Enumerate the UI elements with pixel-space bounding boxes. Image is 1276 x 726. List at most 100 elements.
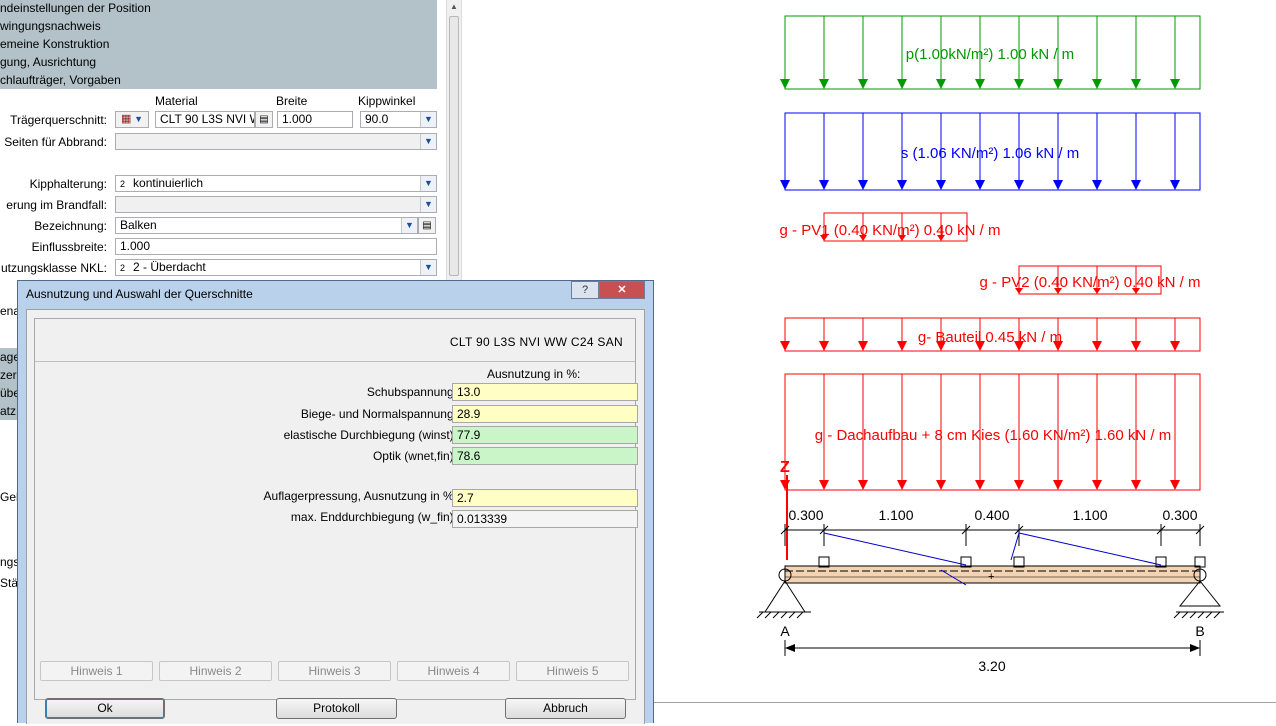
nav-item-durchlauftraeger-vorgaben[interactable]: chlaufträger, Vorgaben xyxy=(0,72,121,90)
cross-section-picker[interactable]: ▦ ▼ xyxy=(115,111,149,128)
header-material: Material xyxy=(155,94,198,108)
auflagerpressung-label: Auflagerpressung, Ausnutzung in %: xyxy=(263,489,457,503)
traegerquerschnitt-label: Trägerquerschnitt: xyxy=(10,113,107,127)
nav-item-grundeinstellungen[interactable]: ndeinstellungen der Position xyxy=(0,0,151,18)
group-divider xyxy=(35,361,635,362)
cut-text-5: atz xyxy=(0,404,17,418)
utilization-dialog: Ausnutzung und Auswahl der Querschnitte … xyxy=(17,280,654,724)
breite-value: 1.000 xyxy=(282,112,313,126)
material-value: CLT 90 L3S NVI W xyxy=(160,112,255,126)
abbruch-button[interactable]: Abbruch xyxy=(505,698,626,719)
protokoll-button[interactable]: Protokoll xyxy=(276,698,397,719)
segment-label-4: 1.100 xyxy=(1072,507,1107,523)
load-dachaufbau-label: g - Dachaufbau + 8 cm Kies (1.60 KN/m²) … xyxy=(815,427,1171,444)
scroll-up-icon[interactable]: ▲ xyxy=(449,2,459,14)
close-button[interactable]: ✕ xyxy=(599,281,645,299)
load-pv1-block: g - PV1 (0.40 KN/m²) 0.40 kN / m xyxy=(780,212,1001,242)
support-a-label: A xyxy=(780,623,790,639)
enddurchbiegung-label: max. Enddurchbiegung (w_fin): xyxy=(290,510,457,524)
biegespannung-value: 28.9 xyxy=(452,405,638,423)
nkl-label: utzungsklasse NKL: xyxy=(0,261,107,275)
dropdown-arrow-icon[interactable]: ▼ xyxy=(420,134,436,149)
grid-icon: ▦ xyxy=(120,113,132,125)
utilization-header: Ausnutzung in %: xyxy=(487,367,581,381)
segment-dimension xyxy=(780,524,1205,546)
z-axis-label: Z xyxy=(780,459,790,476)
library-icon: ▤ xyxy=(422,220,432,231)
kippwinkel-value: 90.0 xyxy=(365,112,389,126)
einflussbreite-label: Einflussbreite: xyxy=(31,240,107,254)
bezeichnung-select[interactable]: Balken ▼ xyxy=(115,217,418,234)
brandfall-label: erung im Brandfall: xyxy=(6,198,107,212)
kippwinkel-select[interactable]: 90.0 ▼ xyxy=(360,111,437,128)
load-dachaufbau-block: g - Dachaufbau + 8 cm Kies (1.60 KN/m²) … xyxy=(780,373,1201,491)
nkl-select[interactable]: 2 2 - Überdacht ▼ xyxy=(115,259,437,276)
library-icon: ▤ xyxy=(259,114,269,125)
dropdown-arrow-icon: ▼ xyxy=(134,114,144,124)
hint-button-5[interactable]: Hinweis 5 xyxy=(516,661,629,681)
hint-button-3[interactable]: Hinweis 3 xyxy=(278,661,391,681)
scrollbar-thumb[interactable] xyxy=(449,16,459,276)
load-s-block: s (1.06 KN/m²) 1.06 kN / m xyxy=(780,112,1201,191)
load-pv2-label: g - PV2 (0.40 KN/m²) 0.40 kN / m xyxy=(980,274,1201,291)
durchbiegung-label: elastische Durchbiegung (winst): xyxy=(283,428,457,442)
help-button[interactable]: ? xyxy=(571,281,599,299)
beam-center-mark: + xyxy=(988,571,994,583)
load-s-label: s (1.06 KN/m²) 1.06 kN / m xyxy=(901,145,1079,162)
kipphalterung-value: kontinuierlich xyxy=(133,176,204,190)
seiten-abbrand-label: Seiten für Abbrand: xyxy=(4,135,107,149)
segment-label-5: 0.300 xyxy=(1162,507,1197,523)
load-bauteil-block: g- Bauteil 0.45 kN / m xyxy=(780,317,1201,352)
ok-button[interactable]: Ok xyxy=(45,698,165,719)
close-icon: ✕ xyxy=(617,284,627,296)
vertical-scrollbar[interactable]: ▲ xyxy=(446,0,462,290)
auflagerpressung-value: 2.7 xyxy=(452,489,638,507)
load-pv1-label: g - PV1 (0.40 KN/m²) 0.40 kN / m xyxy=(780,222,1001,239)
seiten-abbrand-select[interactable]: ▼ xyxy=(115,133,437,150)
einflussbreite-input[interactable]: 1.000 xyxy=(115,238,437,255)
beam[interactable]: + xyxy=(784,532,1206,586)
einflussbreite-value: 1.000 xyxy=(120,239,151,253)
kipphalterung-num: 2 xyxy=(120,179,126,189)
load-p-block: p(1.00kN/m²) 1.00 kN / m xyxy=(780,15,1201,90)
dropdown-arrow-icon[interactable]: ▼ xyxy=(401,218,417,233)
bezeichnung-label: Bezeichnung: xyxy=(34,219,107,233)
enddurchbiegung-value: 0.013339 xyxy=(452,510,638,528)
segment-label-3: 0.400 xyxy=(974,507,1009,523)
dropdown-arrow-icon[interactable]: ▼ xyxy=(420,260,436,275)
bezeichnung-library-button[interactable]: ▤ xyxy=(418,217,436,234)
load-bauteil-label: g- Bauteil 0.45 kN / m xyxy=(918,329,1062,346)
hint-button-4[interactable]: Hinweis 4 xyxy=(397,661,510,681)
cross-section-name: CLT 90 L3S NVI WW C24 SAN xyxy=(449,335,623,349)
biegespannung-label: Biege- und Normalspannung: xyxy=(300,407,457,421)
kipphalterung-select[interactable]: 2 kontinuierlich ▼ xyxy=(115,175,437,192)
segment-label-1: 0.300 xyxy=(788,507,823,523)
brandfall-select[interactable]: ▼ xyxy=(115,196,437,213)
schubspannung-value: 13.0 xyxy=(452,383,638,401)
load-pv2-block: g - PV2 (0.40 KN/m²) 0.40 kN / m xyxy=(980,265,1201,295)
hint-button-1[interactable]: Hinweis 1 xyxy=(40,661,153,681)
segment-label-2: 1.100 xyxy=(878,507,913,523)
load-p-label: p(1.00kN/m²) 1.00 kN / m xyxy=(906,46,1074,63)
total-length-label: 3.20 xyxy=(978,658,1005,674)
schubspannung-label: Schubspannung: xyxy=(366,385,457,399)
navigation-list: ndeinstellungen der Position wingungsnac… xyxy=(0,0,437,89)
dropdown-arrow-icon[interactable]: ▼ xyxy=(420,112,436,127)
dropdown-arrow-icon[interactable]: ▼ xyxy=(420,197,436,212)
optik-label: Optik (wnet,fin): xyxy=(372,449,457,463)
header-breite: Breite xyxy=(276,94,308,108)
nkl-value: 2 - Überdacht xyxy=(133,260,206,274)
optik-value: 78.6 xyxy=(452,447,638,465)
help-icon: ? xyxy=(581,284,589,296)
material-field[interactable]: CLT 90 L3S NVI W xyxy=(155,111,255,128)
support-b-label: B xyxy=(1195,623,1204,639)
nav-item-neigung-ausrichtung[interactable]: gung, Ausrichtung xyxy=(0,54,96,72)
nav-item-allgemeine-konstruktion[interactable]: emeine Konstruktion xyxy=(0,36,109,54)
nav-item-schwingungsnachweis[interactable]: wingungsnachweis xyxy=(0,18,101,36)
hint-button-2[interactable]: Hinweis 2 xyxy=(159,661,272,681)
cut-text-8: Stä xyxy=(0,576,19,590)
breite-input[interactable]: 1.000 xyxy=(277,111,353,128)
dropdown-arrow-icon[interactable]: ▼ xyxy=(420,176,436,191)
library-button[interactable]: ▤ xyxy=(255,111,273,128)
bottom-divider xyxy=(654,702,1276,703)
